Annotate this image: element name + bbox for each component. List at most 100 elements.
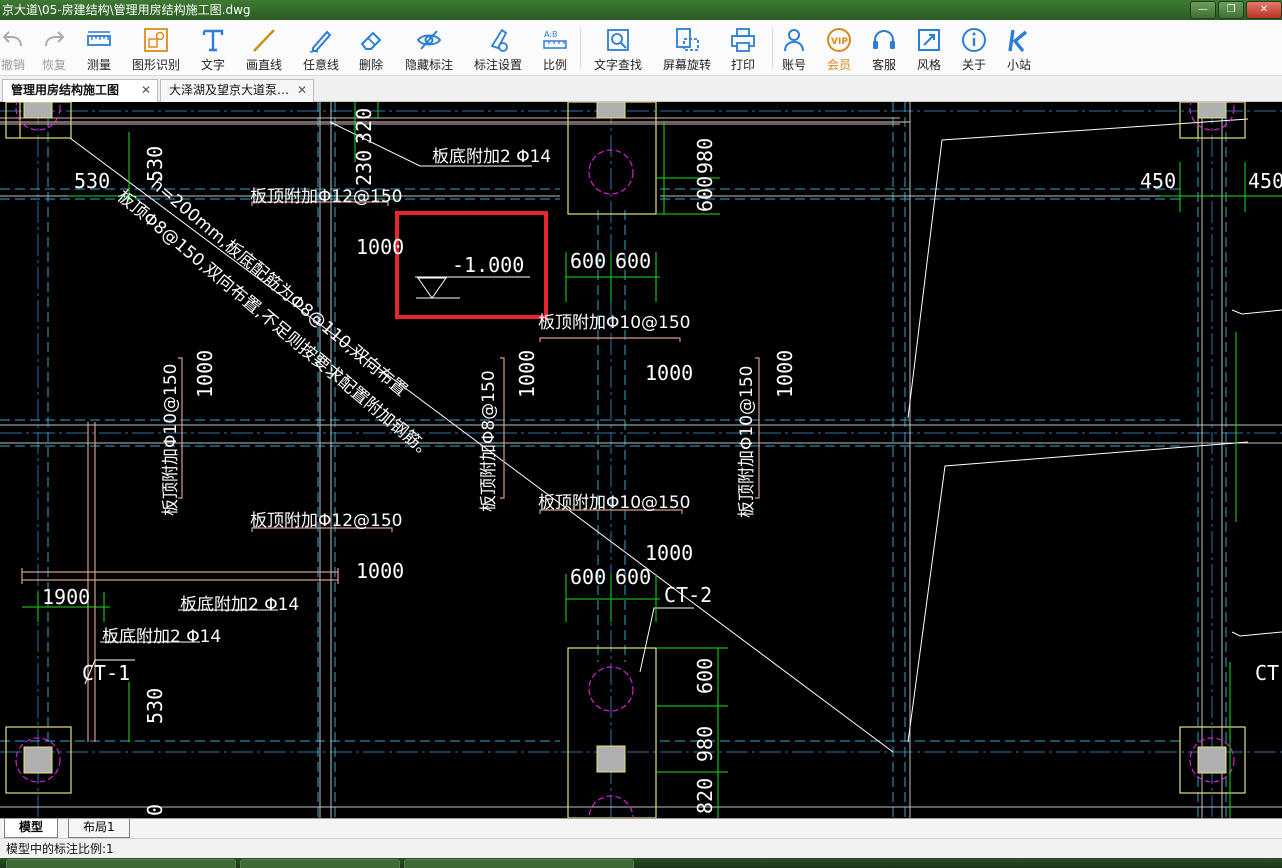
text-button[interactable]: 文字 — [188, 22, 238, 74]
status-bar: 模型中的标注比例:1 — [0, 838, 1282, 858]
about-label: 关于 — [961, 58, 986, 72]
maximize-button[interactable]: ❐ — [1218, 1, 1244, 19]
dim-1000-c: 1000 — [356, 559, 404, 583]
service-label: 客服 — [871, 58, 896, 72]
drawing-canvas[interactable]: 530 530 320 230 980 600 450 450 1000 -1.… — [0, 102, 1282, 818]
freeline-label: 任意线 — [302, 58, 339, 72]
dimension-lines — [22, 102, 1282, 818]
title-bar: 京大道\05-房建结构\管理用房结构施工图.dwg — ❐ ✕ — [0, 0, 1282, 20]
dim-980-top: 980 — [693, 138, 717, 174]
site-button[interactable]: 小站 — [994, 22, 1044, 74]
recognize-button[interactable]: 图形识别 — [131, 22, 181, 74]
theme-icon — [918, 29, 940, 51]
printer-icon — [731, 28, 755, 52]
vip-button[interactable]: VIP 会员 — [814, 22, 864, 74]
dim-600-low: 600 — [693, 658, 717, 694]
rotate-screen-label: 屏幕旋转 — [662, 58, 711, 72]
tab-close-icon[interactable]: ✕ — [297, 80, 307, 101]
dim-820: 820 — [693, 778, 717, 814]
scale-ratio-icon: A:B — [543, 30, 567, 49]
toolbar-divider — [580, 26, 581, 70]
hide-dim-label: 隐藏标注 — [404, 58, 453, 72]
ct2-label: CT-2 — [664, 583, 712, 607]
v-top-extra-10-left-label: 板顶附加Φ10@150 — [161, 364, 181, 516]
svg-text:A:B: A:B — [544, 30, 558, 39]
dim-600-b: 600 — [615, 249, 651, 273]
eraser-icon — [360, 31, 382, 50]
elevation-symbol — [415, 276, 530, 299]
taskbar-item[interactable] — [240, 859, 400, 868]
erase-label: 删除 — [358, 58, 383, 72]
cad-viewer-window: 京大道\05-房建结构\管理用房结构施工图.dwg — ❐ ✕ 撤销 恢复 测量… — [0, 0, 1282, 868]
tab-close-icon[interactable]: ✕ — [141, 80, 151, 101]
dim-600-top: 600 — [693, 176, 717, 212]
dim-1000-v2: 1000 — [515, 350, 539, 398]
slab-note-line1: h=200mm,板底配筋为Φ8@110,双向布置 — [147, 175, 411, 401]
scale-label: 比例 — [542, 58, 567, 72]
freeline-button[interactable]: 任意线 — [296, 22, 346, 74]
text-search-label: 文字查找 — [593, 58, 642, 72]
account-label: 账号 — [781, 58, 806, 72]
print-label: 打印 — [730, 58, 755, 72]
text-label: 文字 — [200, 58, 225, 72]
print-button[interactable]: 打印 — [718, 22, 768, 74]
dim-530-low: 530 — [143, 688, 167, 724]
tab-layout1[interactable]: 布局1 — [68, 819, 130, 838]
style-button[interactable]: 风格 — [904, 22, 954, 74]
bottom-extra-b-label: 板底附加2 Φ14 — [102, 627, 221, 647]
dim-450-a: 450 — [1140, 169, 1176, 193]
erase-button[interactable]: 删除 — [346, 22, 396, 74]
minimize-button[interactable]: — — [1190, 1, 1216, 19]
hide-dim-button[interactable]: 隐藏标注 — [403, 22, 455, 74]
dim-1000-a: 1000 — [356, 235, 404, 259]
dim-1000-b: 1000 — [645, 361, 693, 385]
rotate-screen-button[interactable]: 屏幕旋转 — [661, 22, 713, 74]
layout-tab-bar: 模型 布局1 — [0, 818, 1282, 838]
account-button[interactable]: 账号 — [769, 22, 819, 74]
redo-icon — [45, 31, 65, 47]
about-button[interactable]: 关于 — [949, 22, 999, 74]
dwg-drawing: 530 530 320 230 980 600 450 450 1000 -1.… — [0, 102, 1282, 818]
window-controls: — ❐ ✕ — [1188, 0, 1282, 20]
text-search-icon — [607, 29, 629, 51]
svg-text:VIP: VIP — [831, 37, 848, 47]
redo-button[interactable]: 恢复 — [29, 22, 79, 74]
dim-600-d: 600 — [615, 565, 651, 589]
scale-button[interactable]: A:B 比例 — [530, 22, 580, 74]
measure-label: 测量 — [86, 58, 111, 72]
style-label: 风格 — [916, 58, 941, 72]
text-tool-icon — [202, 29, 224, 52]
tab-structure-drawing-label: 管理用房结构施工图 — [11, 83, 120, 97]
elevation-text: -1.000 — [452, 253, 524, 277]
line-tool-icon — [253, 29, 275, 52]
pencil-icon — [309, 30, 332, 53]
ruler-icon — [87, 31, 111, 46]
bottom-extra-top-label: 板底附加2 Φ14 — [432, 147, 551, 167]
top-extra-10-mid-label: 板顶附加Φ10@150 — [538, 313, 690, 333]
eye-hidden-icon — [416, 30, 442, 50]
redo-label: 恢复 — [41, 58, 66, 72]
bottom-extra-a-label: 板底附加2 Φ14 — [180, 595, 299, 615]
text-search-button[interactable]: 文字查找 — [592, 22, 644, 74]
dim-600-c: 600 — [570, 565, 606, 589]
dim-1000-v3: 1000 — [773, 350, 797, 398]
dim-230: 230 — [352, 150, 376, 186]
taskbar-item[interactable] — [404, 859, 634, 868]
measure-button[interactable]: 测量 — [74, 22, 124, 74]
ct1-label: CT-1 — [82, 661, 130, 685]
close-button[interactable]: ✕ — [1246, 1, 1282, 19]
taskbar-item[interactable] — [6, 859, 236, 868]
tab-model[interactable]: 模型 — [4, 819, 59, 838]
site-k-icon — [1008, 29, 1028, 53]
line-button[interactable]: 画直线 — [239, 22, 289, 74]
vip-label: 会员 — [826, 58, 851, 72]
dim-1000-v1: 1000 — [193, 350, 217, 398]
tab-structure-drawing[interactable]: 管理用房结构施工图 ✕ — [2, 79, 158, 102]
service-button[interactable]: 客服 — [859, 22, 909, 74]
top-extra-10-low-label: 板顶附加Φ10@150 — [538, 493, 690, 513]
settings-pen-icon — [490, 28, 508, 52]
dim-settings-button[interactable]: 标注设置 — [472, 22, 524, 74]
tab-pump-drawing[interactable]: 大泽湖及望京大道泵… ✕ — [160, 79, 314, 102]
shape-recognize-icon — [144, 28, 168, 52]
v-top-extra-10-right-label: 板顶附加Φ10@150 — [737, 366, 757, 518]
